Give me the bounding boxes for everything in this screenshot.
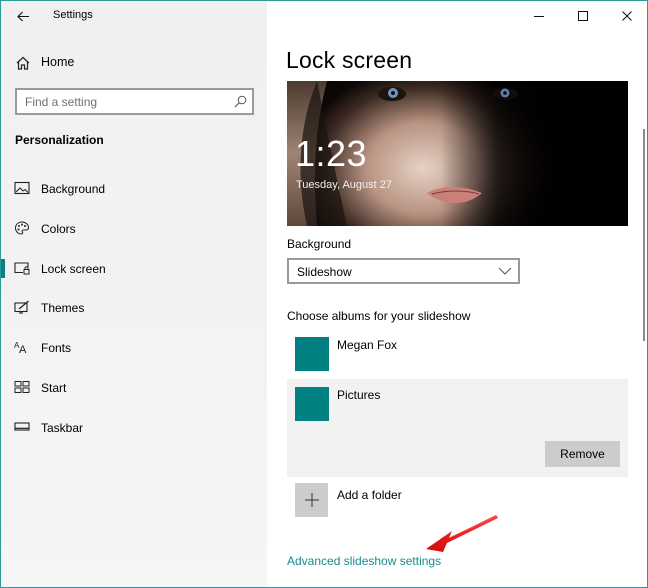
- sidebar: Settings Home Personalization Backgroun: [1, 1, 267, 587]
- active-indicator: [1, 258, 5, 278]
- background-dropdown[interactable]: Slideshow: [287, 258, 520, 284]
- plus-icon: [304, 493, 319, 507]
- search-icon[interactable]: [234, 95, 247, 108]
- album-name: Megan Fox: [337, 338, 398, 352]
- preview-time: 1:23: [295, 133, 368, 174]
- add-folder-label: Add a folder: [337, 488, 402, 502]
- sidebar-item-themes[interactable]: Themes: [1, 288, 267, 328]
- palette-icon: [14, 221, 30, 235]
- sidebar-item-label: Themes: [41, 301, 85, 316]
- sidebar-item-start[interactable]: Start: [1, 368, 267, 408]
- sidebar-item-colors[interactable]: Colors: [1, 209, 267, 249]
- sidebar-item-lock-screen[interactable]: Lock screen: [1, 249, 267, 289]
- add-folder-tile: [295, 483, 328, 517]
- album-name: Pictures: [337, 388, 381, 402]
- content-pane: Lock screen 1:23 Tuesday, August 27 Back…: [267, 1, 647, 587]
- sidebar-item-background[interactable]: Background: [1, 169, 267, 209]
- lock-screen-preview: 1:23 Tuesday, August 27: [287, 81, 628, 226]
- minimize-button[interactable]: [517, 1, 561, 31]
- fonts-icon: A A: [14, 341, 27, 354]
- sidebar-item-fonts[interactable]: A A Fonts: [1, 328, 267, 368]
- lock-screen-icon: [14, 262, 30, 275]
- advanced-slideshow-settings-link[interactable]: Advanced slideshow settings: [287, 554, 441, 568]
- svg-text:A: A: [19, 344, 27, 354]
- scrollbar[interactable]: [643, 129, 645, 341]
- sidebar-item-label: Taskbar: [41, 420, 84, 435]
- album-thumbnail: [295, 387, 329, 421]
- search-box[interactable]: [15, 88, 254, 115]
- start-icon: [14, 380, 30, 393]
- minimize-icon: [534, 16, 544, 17]
- close-button[interactable]: [605, 1, 647, 31]
- section-title: Personalization: [15, 133, 104, 147]
- sidebar-item-home[interactable]: Home: [1, 49, 267, 77]
- sidebar-item-label: Lock screen: [41, 261, 106, 276]
- add-folder-button[interactable]: Add a folder: [287, 479, 487, 521]
- chevron-down-icon: [498, 267, 512, 275]
- sidebar-nav: Background Colors Lock screen Themes A A…: [1, 169, 267, 448]
- maximize-button[interactable]: [561, 1, 605, 31]
- titlebar-left: Settings: [1, 1, 267, 31]
- preview-date: Tuesday, August 27: [296, 179, 393, 191]
- back-arrow-icon: [16, 11, 29, 21]
- page-title: Lock screen: [286, 47, 413, 73]
- back-button[interactable]: [9, 5, 37, 27]
- close-icon: [622, 11, 632, 21]
- home-label: Home: [41, 55, 75, 69]
- sidebar-item-taskbar[interactable]: Taskbar: [1, 408, 267, 448]
- app-title: Settings: [53, 9, 93, 21]
- background-label: Background: [287, 237, 352, 251]
- album-thumbnail: [295, 337, 329, 371]
- albums-label: Choose albums for your slideshow: [287, 309, 471, 323]
- settings-window: Settings Home Personalization Backgroun: [0, 0, 648, 588]
- sidebar-item-label: Background: [41, 182, 106, 196]
- search-input[interactable]: [17, 90, 227, 113]
- maximize-icon: [578, 11, 588, 21]
- sidebar-item-label: Start: [41, 380, 67, 395]
- window-controls: [517, 1, 647, 31]
- sidebar-item-label: Colors: [41, 221, 76, 236]
- background-dropdown-value: Slideshow: [297, 265, 352, 279]
- album-item[interactable]: Megan Fox: [287, 329, 628, 379]
- remove-button[interactable]: Remove: [545, 441, 620, 467]
- album-item-selected[interactable]: Pictures Remove: [287, 379, 628, 477]
- picture-icon: [14, 181, 30, 195]
- sidebar-item-label: Fonts: [41, 341, 72, 356]
- taskbar-icon: [14, 422, 30, 431]
- themes-icon: [14, 300, 29, 314]
- home-icon: [16, 56, 30, 70]
